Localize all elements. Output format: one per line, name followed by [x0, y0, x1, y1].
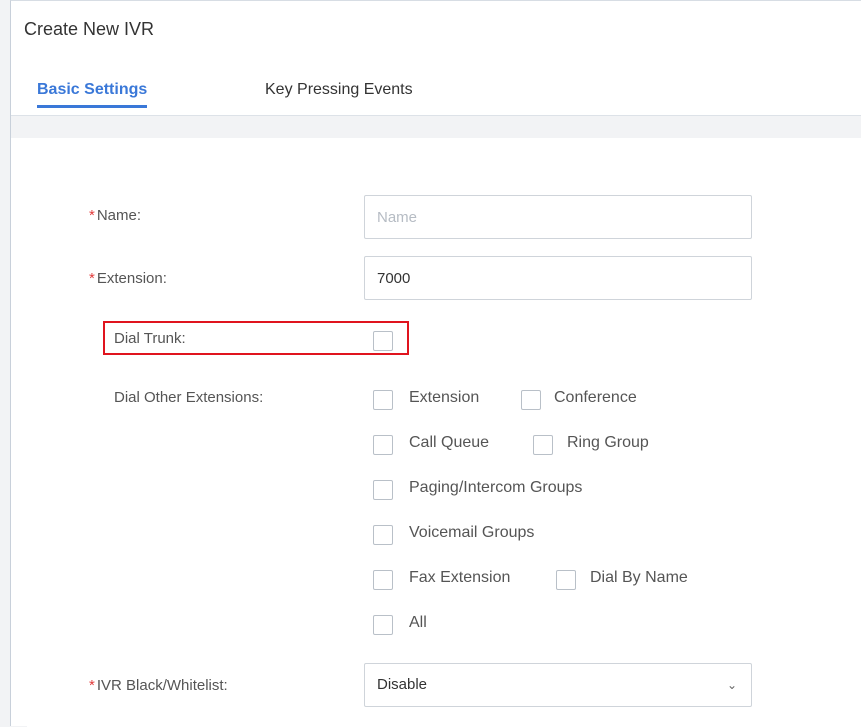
name-input[interactable] — [364, 195, 752, 239]
voicemail-groups-option-label: Voicemail Groups — [409, 524, 535, 541]
tab-basic-settings[interactable]: Basic Settings — [37, 81, 148, 108]
ivr-blacklist-label: IVR Black/Whitelist: — [89, 677, 228, 694]
tab-key-pressing-events[interactable]: Key Pressing Events — [265, 81, 413, 99]
ring-group-option-label: Ring Group — [567, 434, 649, 451]
voicemail-groups-checkbox[interactable] — [373, 525, 393, 545]
dial-trunk-checkbox[interactable] — [373, 331, 393, 351]
extension-label: Extension: — [89, 270, 167, 287]
content-separator — [11, 116, 861, 138]
chevron-down-icon: ⌄ — [726, 678, 737, 692]
dial-by-name-option-label: Dial By Name — [590, 569, 688, 586]
dial-other-extensions-label: Dial Other Extensions: — [114, 389, 264, 406]
call-queue-option-label: Call Queue — [409, 434, 490, 451]
extension-label-text: Extension: — [96, 270, 167, 287]
dialog-title: Create New IVR — [24, 19, 155, 39]
name-label-text: Name: — [96, 207, 142, 224]
fax-extension-option-label: Fax Extension — [409, 569, 511, 586]
dial-by-name-checkbox[interactable] — [556, 570, 576, 590]
name-label: Name: — [89, 207, 141, 224]
ring-group-checkbox[interactable] — [533, 435, 553, 455]
form-panel: Name: Extension: Dial Trunk: Dial Other … — [27, 138, 861, 727]
tab-bar: Basic Settings Key Pressing Events — [11, 71, 861, 116]
extension-checkbox[interactable] — [373, 390, 393, 410]
extension-option-label: Extension — [409, 389, 480, 406]
conference-checkbox[interactable] — [521, 390, 541, 410]
ivr-blacklist-label-text: IVR Black/Whitelist: — [96, 677, 228, 694]
paging-intercom-option-label: Paging/Intercom Groups — [409, 479, 583, 496]
create-ivr-dialog: Create New IVR Basic Settings Key Pressi… — [10, 0, 861, 727]
call-queue-checkbox[interactable] — [373, 435, 393, 455]
ivr-blacklist-value: Disable — [377, 676, 428, 693]
fax-extension-checkbox[interactable] — [373, 570, 393, 590]
dial-trunk-label: Dial Trunk: — [114, 330, 186, 347]
conference-option-label: Conference — [554, 389, 637, 406]
ivr-blacklist-select[interactable]: Disable ⌄ — [364, 663, 752, 707]
paging-intercom-checkbox[interactable] — [373, 480, 393, 500]
extension-input[interactable] — [364, 256, 752, 300]
all-checkbox[interactable] — [373, 615, 393, 635]
all-option-label: All — [409, 614, 427, 631]
